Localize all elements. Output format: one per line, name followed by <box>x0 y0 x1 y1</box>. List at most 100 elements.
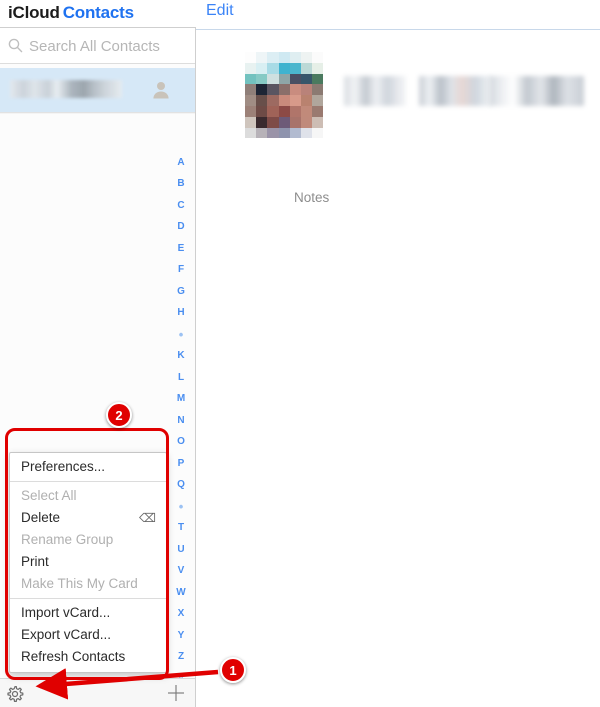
avatar-pixel <box>245 95 256 106</box>
menu-item[interactable]: Export vCard... <box>10 624 166 646</box>
alphabet-index[interactable]: ABCDEFGH•KLMNOPQ•TUVWXYZ# <box>170 156 192 694</box>
alpha-index-item[interactable]: G <box>177 285 185 298</box>
avatar-pixel <box>312 63 323 74</box>
alpha-index-item[interactable]: B <box>177 178 184 191</box>
avatar-pixel <box>256 84 267 95</box>
avatar-pixel <box>267 63 278 74</box>
menu-separator <box>10 481 166 482</box>
title-bar: iCloud Contacts ⱟ Edit <box>0 0 600 28</box>
avatar-pixel <box>312 128 323 139</box>
alpha-index-item[interactable]: Q <box>177 479 185 492</box>
menu-separator <box>10 598 166 599</box>
gear-icon[interactable] <box>5 684 25 704</box>
contact-middle-name-redacted <box>419 76 491 106</box>
alpha-index-item[interactable]: Z <box>178 651 184 664</box>
contact-name-redacted <box>10 80 122 98</box>
avatar-pixel <box>290 74 301 85</box>
avatar-pixel <box>279 95 290 106</box>
avatar-pixel <box>245 106 256 117</box>
avatar-pixel <box>245 128 256 139</box>
avatar-pixel <box>279 52 290 63</box>
avatar-pixel <box>256 106 267 117</box>
avatar-pixel <box>245 63 256 74</box>
list-item[interactable] <box>0 68 195 112</box>
avatar-pixel <box>279 128 290 139</box>
menu-item-label: Refresh Contacts <box>21 649 125 664</box>
menu-item[interactable]: Delete ⌫ <box>10 507 166 529</box>
alpha-index-item[interactable]: F <box>178 264 184 277</box>
avatar-pixel <box>267 106 278 117</box>
avatar-pixel <box>290 63 301 74</box>
search-icon <box>8 38 23 53</box>
alpha-index-item[interactable]: X <box>178 608 185 621</box>
alpha-index-item[interactable]: M <box>177 393 185 406</box>
avatar-pixel <box>312 95 323 106</box>
contact-first-name-redacted <box>344 76 406 106</box>
menu-item-label: Print <box>21 554 49 569</box>
avatar-pixel <box>256 117 267 128</box>
avatar-pixel <box>301 63 312 74</box>
search-bar <box>0 28 195 64</box>
avatar-pixel <box>245 74 256 85</box>
avatar-pixel <box>301 52 312 63</box>
avatar-pixel <box>256 52 267 63</box>
avatar-pixel <box>301 117 312 128</box>
avatar-pixel <box>312 84 323 95</box>
avatar-pixel <box>279 106 290 117</box>
alpha-index-item[interactable]: L <box>178 371 184 384</box>
avatar-pixel <box>312 52 323 63</box>
edit-button[interactable]: Edit <box>206 2 234 20</box>
avatar-pixel <box>256 63 267 74</box>
avatar-pixel <box>301 95 312 106</box>
avatar-pixel <box>279 84 290 95</box>
alpha-index-item[interactable]: U <box>177 543 184 556</box>
alpha-index-item[interactable]: Y <box>178 629 185 642</box>
alpha-index-item[interactable]: T <box>178 522 184 535</box>
menu-item[interactable]: Import vCard... <box>10 602 166 624</box>
avatar-pixel <box>312 74 323 85</box>
alpha-index-item[interactable]: N <box>177 414 184 427</box>
menu-item[interactable]: Refresh Contacts <box>10 646 166 668</box>
avatar-pixel <box>279 74 290 85</box>
alpha-index-item[interactable]: W <box>176 586 185 599</box>
menu-item-label: Select All <box>21 488 77 503</box>
alpha-index-item[interactable]: • <box>179 328 184 341</box>
menu-item[interactable]: Preferences... <box>10 456 166 478</box>
contact-last-name-redacted <box>489 76 584 106</box>
alpha-index-item[interactable]: K <box>177 350 184 363</box>
menu-item-shortcut-backspace-icon: ⌫ <box>139 507 156 529</box>
alpha-index-item[interactable]: A <box>177 156 184 169</box>
alpha-index-item[interactable]: • <box>179 500 184 513</box>
alpha-index-item[interactable]: P <box>178 457 185 470</box>
alpha-index-item[interactable]: H <box>177 307 184 320</box>
icloud-label: iCloud <box>8 3 60 22</box>
plus-icon[interactable] <box>166 683 186 703</box>
menu-item[interactable]: Print <box>10 551 166 573</box>
menu-item: Rename Group <box>10 529 166 551</box>
avatar-pixel <box>301 74 312 85</box>
alpha-index-item[interactable]: O <box>177 436 185 449</box>
avatar-pixel <box>245 84 256 95</box>
avatar-pixel <box>256 95 267 106</box>
contact-detail-pane: Notes <box>197 30 600 707</box>
alpha-index-item[interactable]: E <box>178 242 185 255</box>
avatar-pixel <box>312 106 323 117</box>
menu-item-label: Import vCard... <box>21 605 110 620</box>
search-input[interactable] <box>27 35 187 57</box>
alpha-index-item[interactable]: V <box>178 565 185 578</box>
avatar-pixel <box>267 74 278 85</box>
avatar-pixel <box>267 117 278 128</box>
avatar-pixel <box>290 128 301 139</box>
avatar-pixel <box>290 95 301 106</box>
avatar-pixel <box>301 84 312 95</box>
menu-item-label: Export vCard... <box>21 627 111 642</box>
avatar-pixel <box>290 52 301 63</box>
avatar-pixel <box>290 117 301 128</box>
alpha-index-item[interactable]: D <box>177 221 184 234</box>
settings-context-menu: Preferences... Select All Delete ⌫ Rename Gr… <box>9 452 167 673</box>
sidebar-bottom-toolbar <box>0 678 195 707</box>
alpha-index-item[interactable]: C <box>177 199 184 212</box>
menu-item: Make This My Card <box>10 573 166 595</box>
menu-item-label: Make This My Card <box>21 576 138 591</box>
menu-item: Select All <box>10 485 166 507</box>
